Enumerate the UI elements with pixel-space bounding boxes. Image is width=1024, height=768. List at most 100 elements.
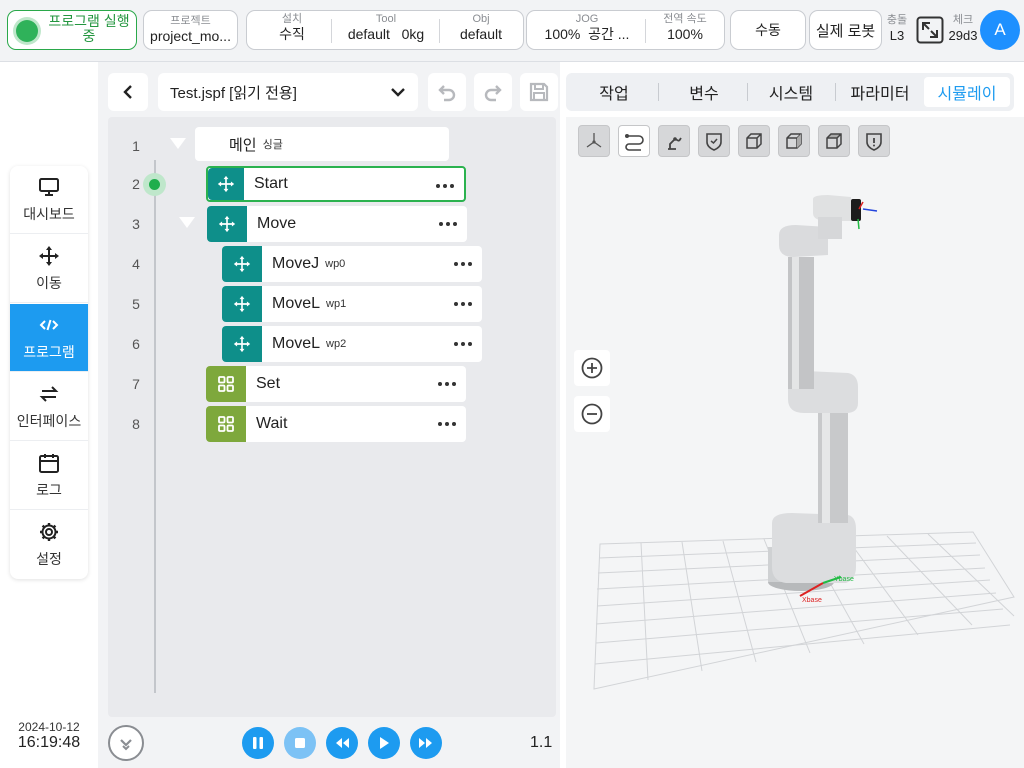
- view-side-button[interactable]: [778, 125, 810, 157]
- play-button[interactable]: [368, 727, 400, 759]
- divider: [835, 83, 836, 101]
- chevron-down-icon: [391, 88, 405, 97]
- waypoint-label: wp2: [326, 338, 347, 350]
- divider: [747, 83, 748, 101]
- save-button[interactable]: [520, 73, 558, 111]
- nav-item-program[interactable]: 프로그램: [10, 304, 88, 372]
- save-icon: [529, 82, 549, 102]
- running-indicator-icon: [16, 20, 38, 42]
- collision-level[interactable]: 충돌 L3: [882, 14, 912, 44]
- tab-system[interactable]: 시스템: [752, 77, 830, 107]
- pause-icon: [253, 737, 263, 749]
- current-line-indicator: [143, 173, 166, 196]
- calendar-icon: [39, 453, 59, 473]
- view-top-button[interactable]: [818, 125, 850, 157]
- tab-variables[interactable]: 변수: [664, 77, 744, 107]
- more-options-icon[interactable]: [454, 326, 472, 362]
- robot-arm: [768, 195, 878, 591]
- move-icon: [222, 326, 262, 362]
- tab-parameters[interactable]: 파라미터: [838, 77, 922, 107]
- move-icon: [222, 246, 262, 282]
- tab-task[interactable]: 작업: [574, 77, 654, 107]
- nav-item-settings[interactable]: 설정: [10, 511, 88, 579]
- back-button[interactable]: [108, 73, 148, 111]
- real-robot-button[interactable]: 실제 로봇: [809, 10, 882, 50]
- line-number: 6: [132, 336, 140, 352]
- tree-node-start[interactable]: Start: [206, 166, 466, 202]
- check-status[interactable]: 체크 29d3: [945, 14, 981, 44]
- jog-speed-panel[interactable]: JOG 100% 공간 ... 전역 속도 100%: [526, 10, 725, 50]
- expand-icon[interactable]: [916, 16, 944, 44]
- robot-model-button[interactable]: [658, 125, 690, 157]
- cube-front-icon: [746, 133, 762, 149]
- manual-mode-button[interactable]: 수동: [730, 10, 806, 50]
- pause-button[interactable]: [242, 727, 274, 759]
- tree-node-set[interactable]: Set: [206, 366, 466, 402]
- tab-bar: 작업 변수 시스템 파라미터 시뮬레이: [566, 73, 1014, 111]
- line-number: 1: [132, 138, 140, 154]
- global-speed-label: 전역 속도: [663, 13, 707, 25]
- swap-icon: [39, 385, 59, 402]
- simulation-viewport[interactable]: Ybase Xbase: [566, 117, 1024, 768]
- jog-percent: 100%: [544, 26, 581, 42]
- more-options-icon[interactable]: [439, 206, 457, 242]
- install-tool-obj-panel[interactable]: 설치 수직 Tool default 0kg Obj default: [246, 10, 524, 50]
- more-options-icon[interactable]: [436, 168, 454, 204]
- chevron-down-circle-icon: [120, 739, 132, 751]
- zoom-out-button[interactable]: [574, 396, 610, 432]
- zoom-in-button[interactable]: [574, 350, 610, 386]
- play-icon: [380, 737, 389, 749]
- warning-zone-button[interactable]: [858, 125, 890, 157]
- robot-arm-icon: [668, 137, 682, 150]
- nav-item-move[interactable]: 이동: [10, 235, 88, 303]
- rewind-icon: [336, 738, 349, 748]
- jog-section: JOG 100% 공간 ...: [533, 13, 641, 43]
- trajectory-button[interactable]: [618, 125, 650, 157]
- tree-node-move[interactable]: Move: [207, 206, 467, 242]
- nav-item-dashboard[interactable]: 대시보드: [10, 166, 88, 234]
- tab-simulation[interactable]: 시뮬레이: [924, 77, 1010, 107]
- view-front-button[interactable]: [738, 125, 770, 157]
- divider: [658, 83, 659, 101]
- program-run-status[interactable]: 프로그램 실행 중: [7, 10, 137, 50]
- shield-alert-icon: [866, 133, 882, 151]
- more-options-icon[interactable]: [454, 286, 472, 322]
- collapse-toggle-icon[interactable]: [170, 138, 186, 149]
- step-forward-button[interactable]: [410, 727, 442, 759]
- more-options-icon[interactable]: [454, 246, 472, 282]
- path-icon: [625, 134, 644, 151]
- collapse-all-button[interactable]: [108, 725, 144, 761]
- node-label: Set: [256, 375, 281, 392]
- nav-item-log[interactable]: 로그: [10, 442, 88, 510]
- stop-icon: [295, 738, 305, 748]
- tree-node-main[interactable]: 메인 싱글: [195, 127, 449, 161]
- gear-icon: [40, 523, 58, 541]
- tree-node-movel[interactable]: MoveL wp2: [222, 326, 482, 362]
- safety-zone-button[interactable]: [698, 125, 730, 157]
- project-selector[interactable]: 프로젝트 project_mo...: [143, 10, 238, 50]
- left-nav: 대시보드 이동 프로그램 인터페이스 로그 설정: [10, 166, 88, 579]
- nav-item-interface[interactable]: 인터페이스: [10, 373, 88, 441]
- step-back-button[interactable]: [326, 727, 358, 759]
- project-value: project_mo...: [150, 28, 231, 44]
- nav-label: 로그: [36, 481, 62, 498]
- user-avatar[interactable]: A: [980, 10, 1020, 50]
- tree-node-movel[interactable]: MoveL wp1: [222, 286, 482, 322]
- undo-button[interactable]: [428, 73, 466, 111]
- tree-node-movej[interactable]: MoveJ wp0: [222, 246, 482, 282]
- more-options-icon[interactable]: [438, 406, 456, 442]
- node-label: Wait: [256, 415, 288, 432]
- jog-space: 공간 ...: [588, 26, 630, 42]
- redo-button[interactable]: [474, 73, 512, 111]
- monitor-icon: [39, 177, 59, 196]
- file-selector[interactable]: Test.jspf [읽기 전용]: [158, 73, 418, 111]
- stop-button[interactable]: [284, 727, 316, 759]
- view-axis-button[interactable]: [578, 125, 610, 157]
- tree-node-wait[interactable]: Wait: [206, 406, 466, 442]
- collapse-toggle-icon[interactable]: [179, 217, 195, 228]
- grid-icon: [206, 366, 246, 402]
- project-label: 프로젝트: [170, 15, 211, 27]
- current-date: 2024-10-12: [18, 720, 80, 734]
- more-options-icon[interactable]: [438, 366, 456, 402]
- line-number: 7: [132, 376, 140, 392]
